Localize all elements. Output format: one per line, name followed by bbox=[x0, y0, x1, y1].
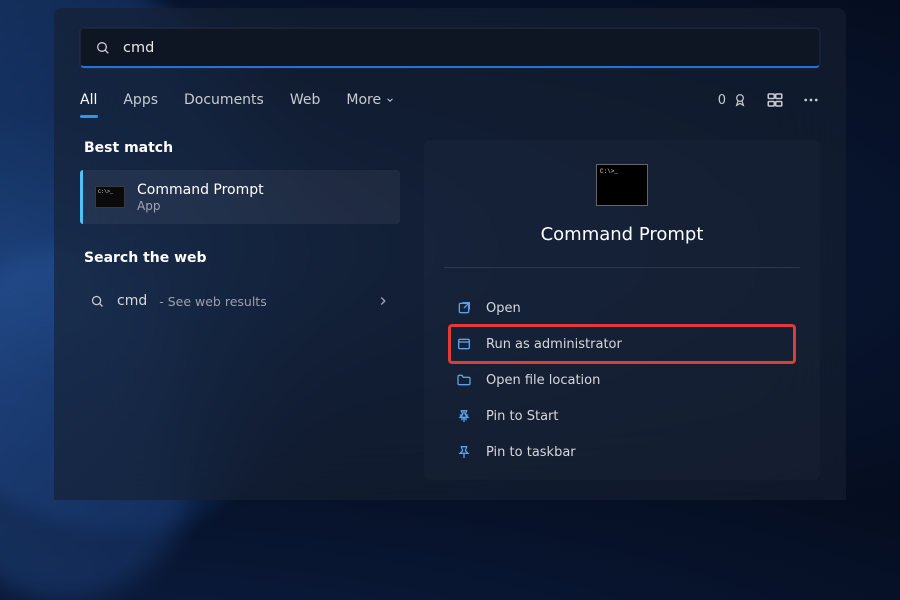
result-subtitle: App bbox=[137, 199, 264, 213]
open-icon bbox=[456, 300, 472, 316]
cmd-icon bbox=[95, 186, 125, 208]
action-pin-to-taskbar[interactable]: Pin to taskbar bbox=[450, 434, 794, 470]
medal-icon bbox=[732, 92, 748, 108]
tab-more[interactable]: More bbox=[346, 86, 395, 114]
search-input[interactable] bbox=[123, 40, 805, 56]
search-bar[interactable] bbox=[80, 28, 820, 68]
action-pin-to-start[interactable]: Pin to Start bbox=[450, 398, 794, 434]
action-label: Open file location bbox=[486, 373, 600, 388]
preview-title: Command Prompt bbox=[424, 224, 820, 245]
options-icon[interactable] bbox=[766, 91, 784, 109]
results-column: Best match Command Prompt App Search the… bbox=[80, 140, 400, 480]
action-run-as-administrator[interactable]: Run as administrator bbox=[450, 326, 794, 362]
more-icon[interactable] bbox=[802, 91, 820, 109]
web-term: cmd bbox=[117, 293, 147, 309]
action-label: Pin to Start bbox=[486, 409, 558, 424]
pin-icon bbox=[456, 408, 472, 424]
divider bbox=[444, 267, 800, 268]
start-search-panel: All Apps Documents Web More 0 Best match… bbox=[54, 8, 846, 500]
chevron-right-icon bbox=[376, 294, 390, 308]
result-command-prompt[interactable]: Command Prompt App bbox=[80, 170, 400, 224]
action-open-file-location[interactable]: Open file location bbox=[450, 362, 794, 398]
search-icon bbox=[95, 40, 111, 56]
preview-app-icon bbox=[596, 164, 648, 206]
search-icon bbox=[90, 294, 105, 309]
tab-web[interactable]: Web bbox=[290, 86, 321, 114]
search-web-label: Search the web bbox=[80, 250, 400, 266]
preview-panel: Command Prompt Open Run as administrator… bbox=[424, 140, 820, 480]
tab-apps[interactable]: Apps bbox=[123, 86, 158, 114]
web-hint: - See web results bbox=[159, 294, 266, 309]
result-title: Command Prompt bbox=[137, 182, 264, 198]
action-list: Open Run as administrator Open file loca… bbox=[424, 290, 820, 470]
best-match-label: Best match bbox=[80, 140, 400, 156]
pin-icon bbox=[456, 444, 472, 460]
web-result-cmd[interactable]: cmd - See web results bbox=[80, 280, 400, 322]
action-label: Open bbox=[486, 301, 521, 316]
action-open[interactable]: Open bbox=[450, 290, 794, 326]
action-label: Pin to taskbar bbox=[486, 445, 576, 460]
rewards-badge[interactable]: 0 bbox=[718, 92, 748, 108]
folder-icon bbox=[456, 372, 472, 388]
chevron-down-icon bbox=[385, 95, 395, 105]
tab-all[interactable]: All bbox=[80, 86, 97, 114]
filter-tabs: All Apps Documents Web More 0 bbox=[80, 86, 820, 114]
action-label: Run as administrator bbox=[486, 337, 622, 352]
shield-icon bbox=[456, 336, 472, 352]
tab-documents[interactable]: Documents bbox=[184, 86, 264, 114]
